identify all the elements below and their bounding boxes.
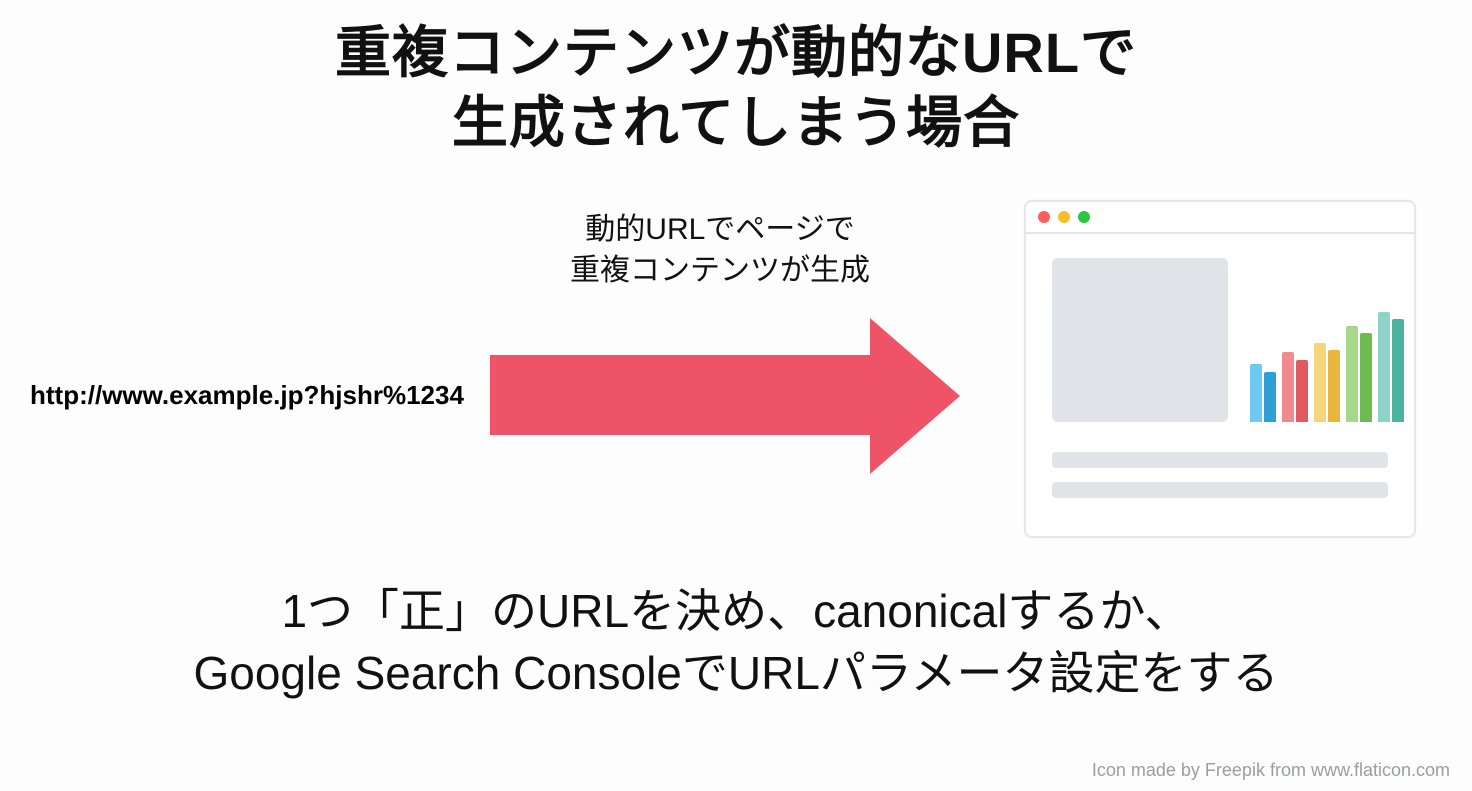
browser-viewport (1026, 234, 1414, 278)
chart-bar (1314, 343, 1326, 422)
minimize-dot-icon (1058, 211, 1070, 223)
image-placeholder (1052, 258, 1228, 422)
title-line-2: 生成されてしまう場合 (0, 88, 1472, 158)
browser-titlebar (1026, 202, 1414, 234)
chart-bar (1296, 360, 1308, 422)
bar-chart-icon (1250, 302, 1400, 422)
bottom-line-2: Google Search ConsoleでURLパラメータ設定をする (0, 642, 1472, 704)
chart-bar (1392, 319, 1404, 422)
bar-group (1378, 312, 1404, 422)
slide-bottom-text: 1つ「正」のURLを決め、canonicalするか、 Google Search… (0, 580, 1472, 704)
bar-group (1282, 352, 1308, 422)
bar-group (1250, 364, 1276, 422)
arrow-shaft (490, 355, 870, 435)
bar-group (1314, 343, 1340, 422)
text-line-placeholder (1052, 452, 1388, 468)
slide: 重複コンテンツが動的なURLで 生成されてしまう場合 http://www.ex… (0, 0, 1472, 791)
icon-credit: Icon made by Freepik from www.flaticon.c… (1092, 760, 1450, 781)
bottom-line-1: 1つ「正」のURLを決め、canonicalするか、 (0, 580, 1472, 642)
chart-bar (1378, 312, 1390, 422)
zoom-dot-icon (1078, 211, 1090, 223)
chart-bar (1360, 333, 1372, 422)
caption-line-1: 動的URLでページで (525, 210, 915, 251)
caption-line-2: 重複コンテンツが生成 (525, 251, 915, 292)
chart-bar (1328, 350, 1340, 422)
bar-group (1346, 326, 1372, 422)
chart-bar (1346, 326, 1358, 422)
arrow-icon (490, 318, 970, 473)
title-line-1: 重複コンテンツが動的なURLで (0, 18, 1472, 88)
chart-bar (1282, 352, 1294, 422)
arrow-head (870, 318, 960, 474)
chart-bar (1250, 364, 1262, 422)
text-line-placeholder (1052, 482, 1388, 498)
close-dot-icon (1038, 211, 1050, 223)
example-url: http://www.example.jp?hjshr%1234 (30, 380, 464, 411)
chart-bar (1264, 372, 1276, 422)
browser-window-icon (1024, 200, 1416, 538)
arrow-caption: 動的URLでページで 重複コンテンツが生成 (525, 210, 915, 291)
slide-title: 重複コンテンツが動的なURLで 生成されてしまう場合 (0, 18, 1472, 158)
